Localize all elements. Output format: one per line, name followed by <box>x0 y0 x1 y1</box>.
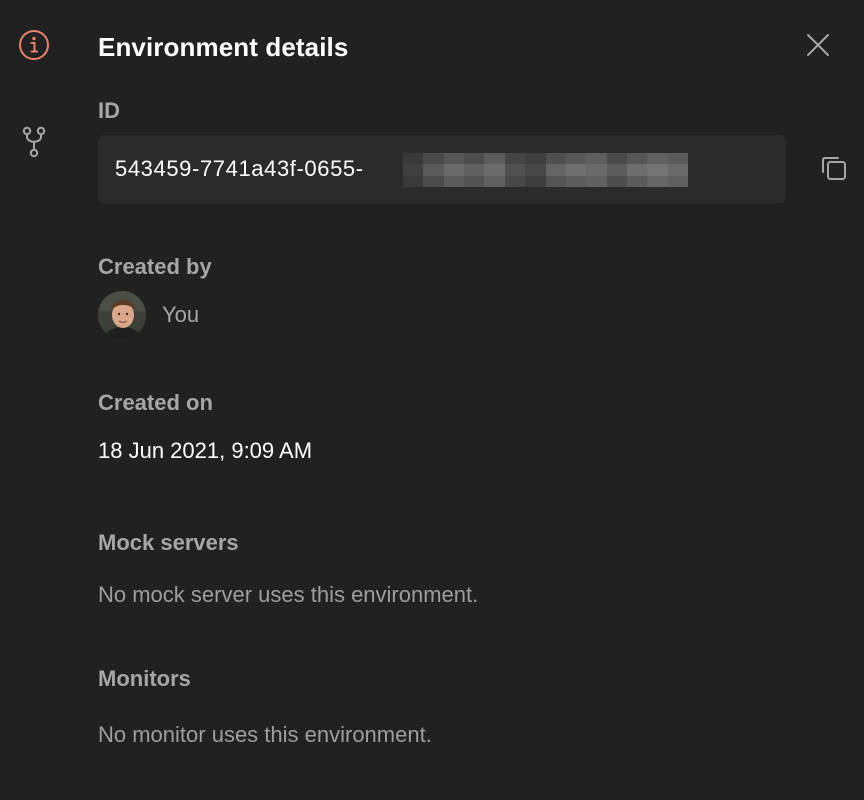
info-tab-button[interactable] <box>14 27 54 67</box>
avatar <box>98 291 146 339</box>
close-button[interactable] <box>798 27 838 67</box>
copy-id-button[interactable] <box>814 150 854 190</box>
id-field[interactable]: 543459-7741a43f-0655- <box>98 135 786 203</box>
monitors-label: Monitors <box>98 666 191 691</box>
fork-icon <box>19 125 49 164</box>
created-by-label: Created by <box>98 254 212 279</box>
mock-servers-empty-text: No mock server uses this environment. <box>98 582 479 607</box>
created-on-value: 18 Jun 2021, 9:09 AM <box>98 438 313 463</box>
panel-title: Environment details <box>98 32 349 62</box>
info-icon <box>17 28 51 67</box>
id-value: 543459-7741a43f-0655- <box>115 156 364 181</box>
creator-name: You <box>162 302 200 327</box>
created-on-label: Created on <box>98 390 213 415</box>
mock-servers-label: Mock servers <box>98 530 239 555</box>
id-label: ID <box>98 98 120 123</box>
environment-details-panel: Environment details ID 543459-7741a43f-0… <box>0 0 864 800</box>
copy-icon <box>819 153 849 188</box>
close-icon <box>805 32 831 63</box>
side-rail <box>0 0 68 800</box>
fork-tab-button[interactable] <box>14 124 54 164</box>
monitors-empty-text: No monitor uses this environment. <box>98 722 432 747</box>
redacted-id-blur <box>403 153 688 187</box>
